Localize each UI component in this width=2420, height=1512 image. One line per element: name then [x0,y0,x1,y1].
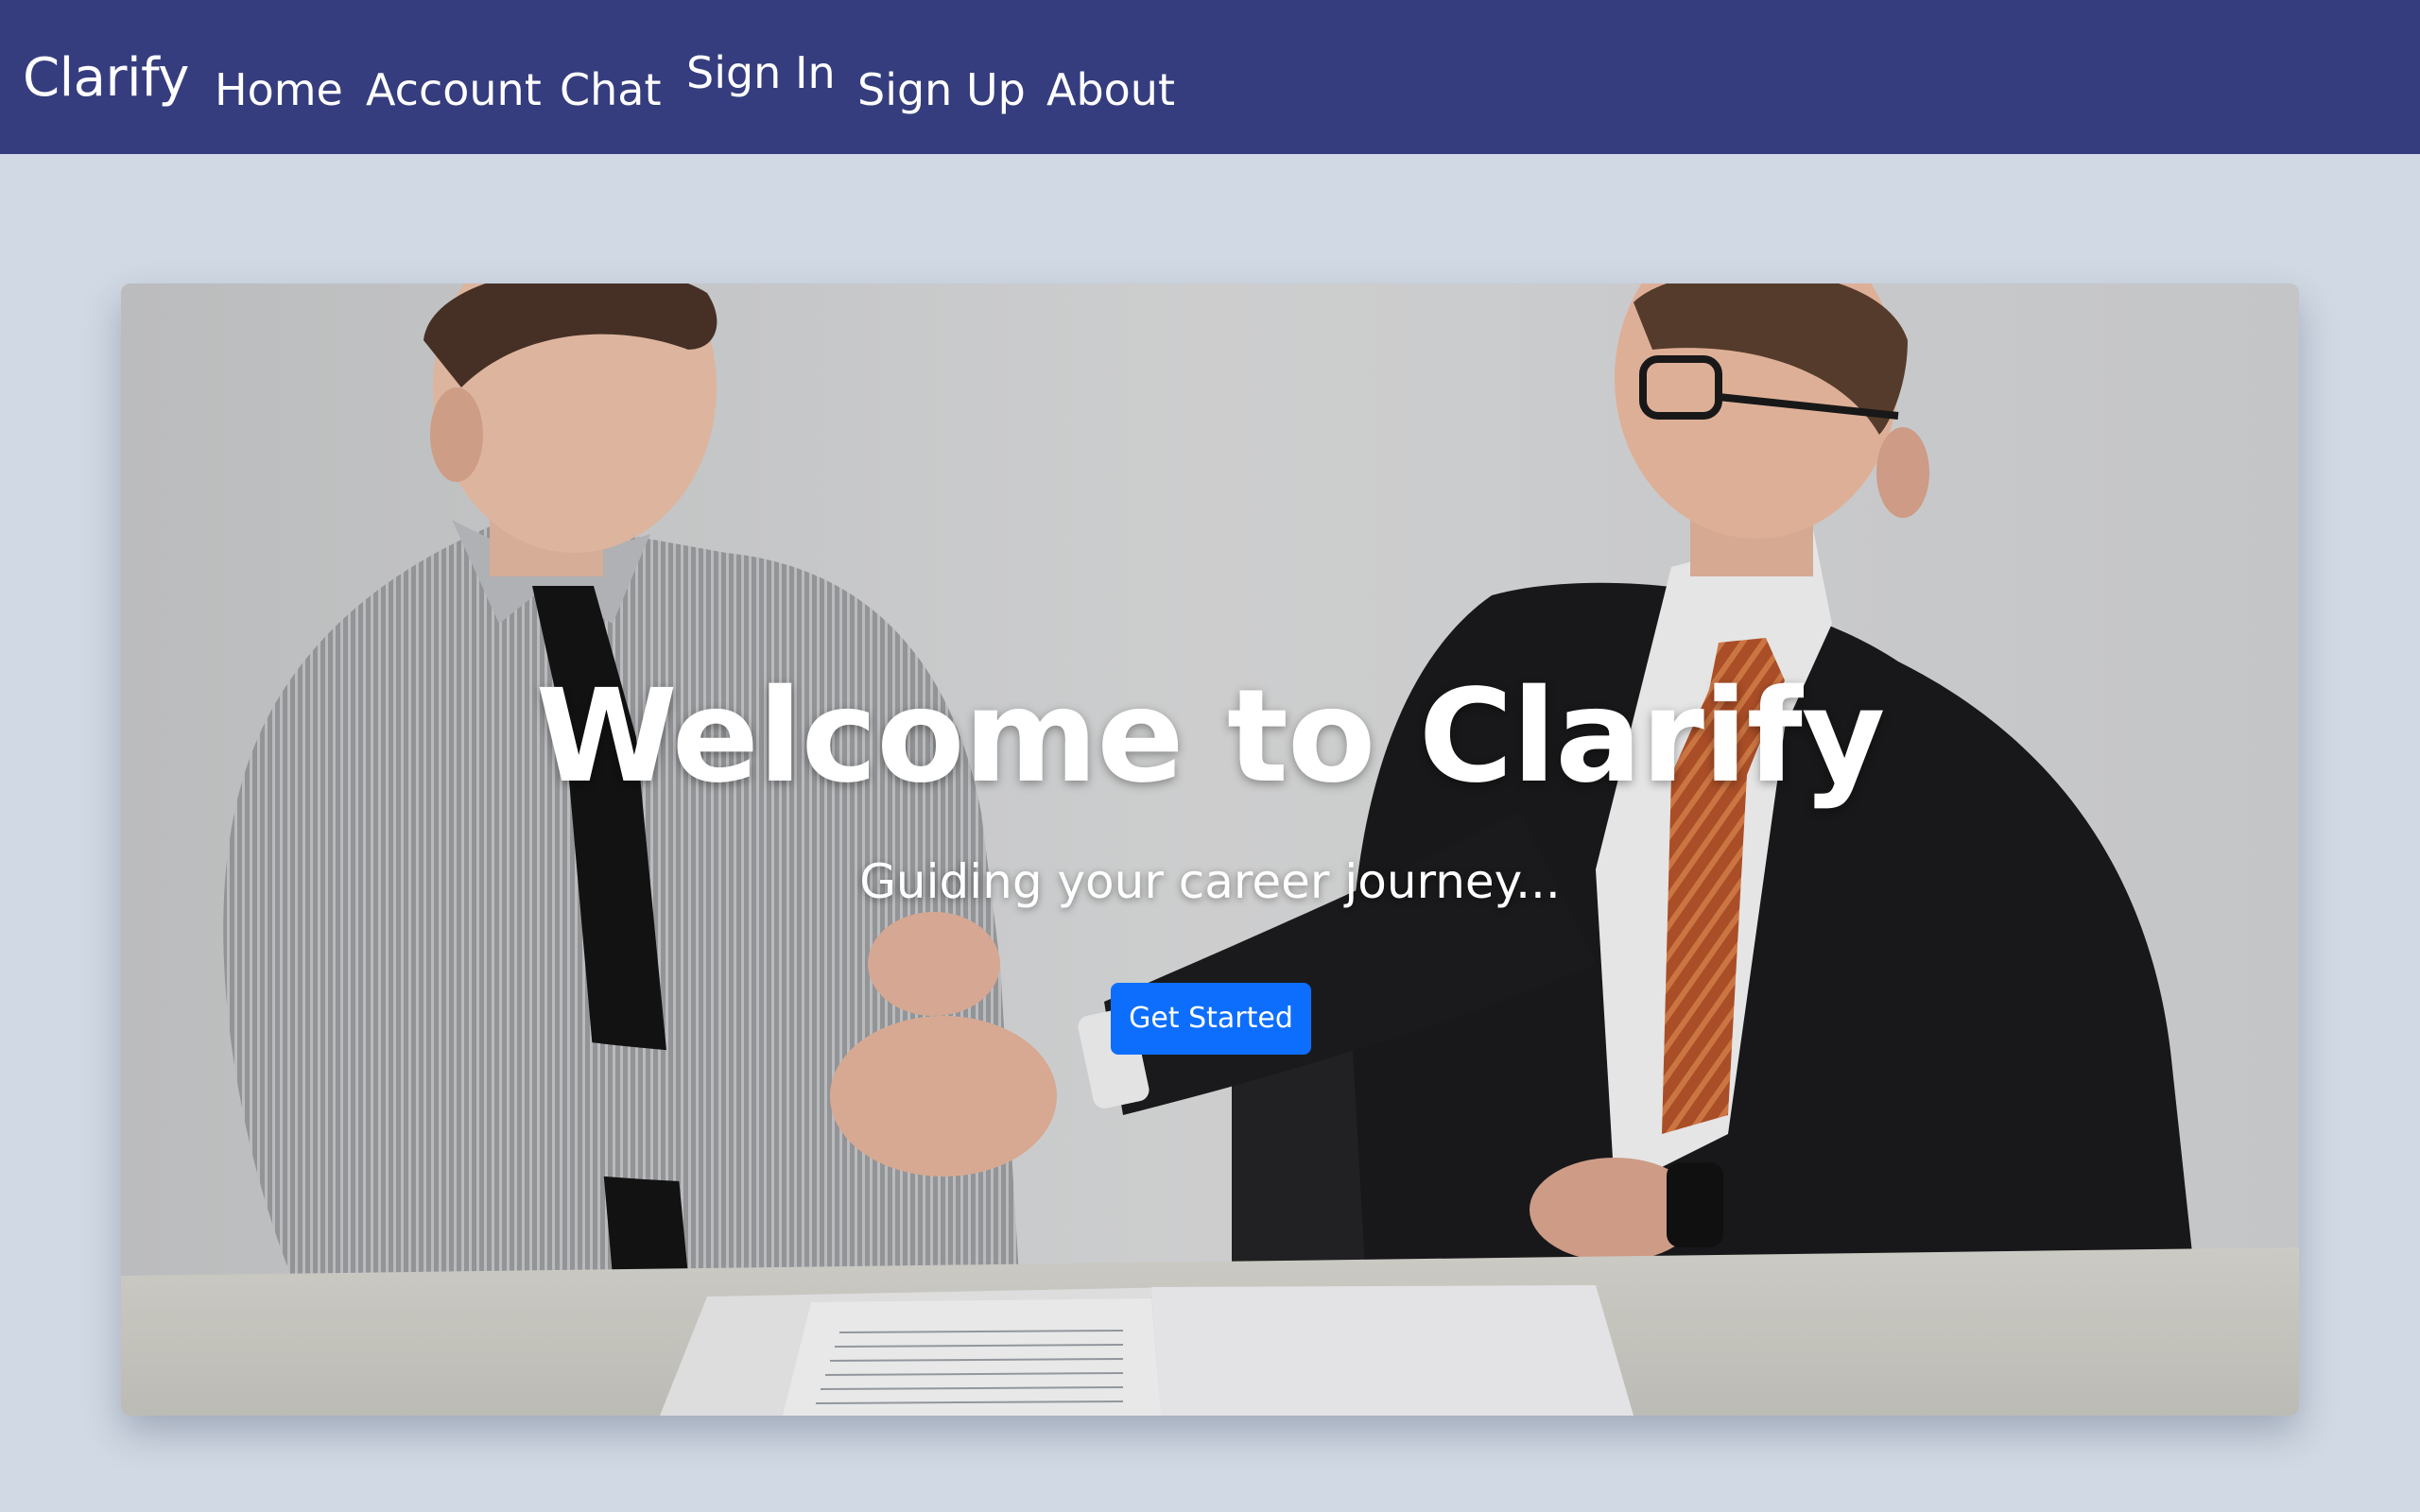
hero-banner: Welcome to Clarify Guiding your career j… [121,284,2299,1416]
nav-link-home[interactable]: Home [215,57,343,123]
hero-title: Welcome to Clarify [535,662,1886,812]
hero-subtitle: Guiding your career journey... [859,854,1561,909]
brand-logo-link[interactable]: Clarify [23,40,189,117]
navbar: Clarify Home Account Chat Sign In Sign U… [0,0,2420,154]
nav-link-about[interactable]: About [1046,57,1175,123]
nav-link-sign-up[interactable]: Sign Up [857,57,1026,123]
get-started-button[interactable]: Get Started [1111,983,1311,1055]
nav-link-account[interactable]: Account [366,57,542,123]
nav-link-sign-in[interactable]: Sign In [686,40,836,106]
nav-link-chat[interactable]: Chat [560,57,662,123]
